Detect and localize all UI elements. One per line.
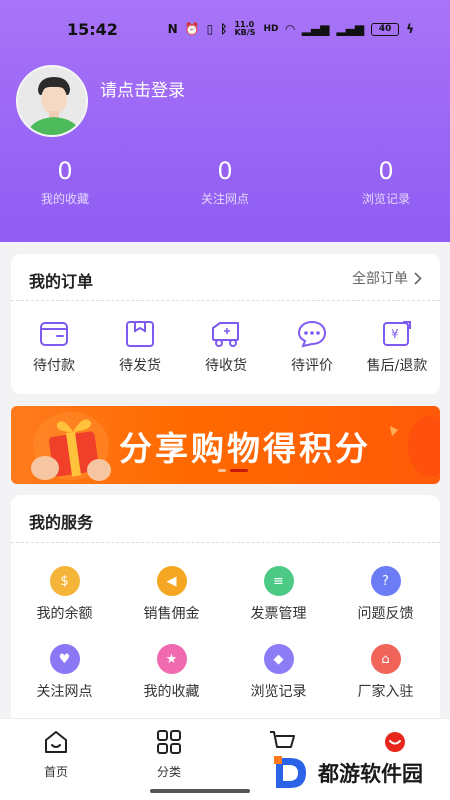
login-link[interactable]: 请点击登录 (100, 76, 185, 101)
question-icon: ? (370, 566, 401, 596)
wifi-icon: ◠ (285, 22, 295, 36)
stat-label: 浏览记录 (361, 192, 410, 206)
order-label: 待付款 (33, 358, 75, 374)
person-icon (18, 67, 86, 135)
divider (11, 542, 440, 543)
pagination-dot (218, 469, 226, 472)
footprint-icon: ◆ (263, 644, 294, 674)
banner-text: 分享购物得积分 (119, 429, 371, 468)
status-icons: N ⏰ ▯ ᛒ 11.0 KB/S HD ◠ ▂▄▆ ▂▄▆ 40 ϟ (168, 21, 414, 37)
service-label: 销售佣金 (143, 606, 200, 622)
signal-icon-2: ▂▄▆ (336, 22, 365, 36)
service-label: 关注网点 (36, 684, 93, 700)
order-label: 待评价 (291, 358, 333, 374)
tab-label: 首页 (43, 765, 68, 779)
home-indicator (150, 789, 250, 793)
invoice-icon: ≡ (263, 566, 294, 596)
grid-icon (157, 730, 181, 754)
service-commission[interactable]: ◀ 销售佣金 (118, 566, 225, 623)
status-bar: 15:42 N ⏰ ▯ ᛒ 11.0 KB/S HD ◠ ▂▄▆ ▂▄▆ 40 … (0, 0, 450, 50)
network-speed: 11.0 KB/S (234, 20, 256, 37)
order-pending-payment[interactable]: 待付款 (11, 320, 97, 375)
service-invoice[interactable]: ≡ 发票管理 (225, 566, 332, 623)
hd-icon: HD (263, 24, 279, 34)
box-icon (126, 321, 154, 347)
stat-value: 0 (378, 157, 394, 185)
stat-label: 关注网点 (200, 192, 249, 206)
orders-title: 我的订单 (29, 272, 94, 291)
status-time: 15:42 (67, 20, 118, 39)
order-label: 待发货 (119, 358, 161, 374)
pagination-dot-active (230, 469, 248, 472)
service-label: 浏览记录 (250, 684, 307, 700)
megaphone-icon: ◀ (156, 566, 187, 596)
all-orders-label: 全部订单 (352, 271, 408, 287)
factory-icon: ⌂ (370, 644, 401, 674)
tab-home[interactable]: 首页 (11, 729, 101, 780)
stat-label: 我的收藏 (40, 192, 89, 206)
order-label: 售后/退款 (366, 358, 428, 374)
tab-categories[interactable]: 分类 (124, 729, 214, 780)
watermark-text: 都游软件园 (318, 762, 423, 786)
stats-row: 0 我的收藏 0 关注网点 0 浏览记录 (0, 156, 450, 216)
service-feedback[interactable]: ? 问题反馈 (332, 566, 439, 623)
gift-box-icon (31, 412, 111, 481)
profile-header: 15:42 N ⏰ ▯ ᛒ 11.0 KB/S HD ◠ ▂▄▆ ▂▄▆ 40 … (0, 0, 450, 242)
divider (11, 300, 440, 301)
charging-icon: ϟ (406, 22, 414, 36)
vibrate-icon: ▯ (206, 22, 214, 36)
order-pending-shipment[interactable]: 待发货 (97, 320, 183, 375)
wallet-icon (40, 322, 68, 346)
service-label: 我的余额 (36, 606, 93, 622)
heart-icon: ♥ (49, 644, 80, 674)
promo-banner[interactable]: 分享购物得积分 (11, 406, 440, 484)
service-browse-history[interactable]: ◆ 浏览记录 (225, 644, 332, 701)
stat-followed-outlets[interactable]: 0 关注网点 (165, 156, 285, 207)
money-bag-icon: $ (49, 566, 80, 596)
service-label: 我的收藏 (143, 684, 200, 700)
service-label: 问题反馈 (357, 606, 414, 622)
order-pending-review[interactable]: 待评价 (269, 320, 355, 375)
alarm-icon: ⏰ (184, 22, 200, 36)
stat-browse-history[interactable]: 0 浏览记录 (326, 156, 446, 207)
service-label: 发票管理 (250, 606, 307, 622)
service-label: 厂家入驻 (357, 684, 414, 700)
stat-value: 0 (217, 157, 233, 185)
truck-icon (212, 322, 239, 347)
stat-favorites[interactable]: 0 我的收藏 (5, 156, 125, 207)
chevron-right-icon (414, 271, 422, 285)
avatar[interactable] (16, 65, 88, 137)
refund-icon: ¥ (383, 321, 411, 346)
signal-icon: ▂▄▆ (301, 22, 330, 36)
service-favorites[interactable]: ★ 我的收藏 (118, 644, 225, 701)
service-manufacturer-join[interactable]: ⌂ 厂家入驻 (332, 644, 439, 701)
service-followed-outlets[interactable]: ♥ 关注网点 (11, 644, 118, 701)
banner-pagination (218, 469, 248, 472)
nfc-icon: N (167, 22, 178, 36)
stat-value: 0 (57, 157, 73, 185)
bluetooth-icon: ᛒ (220, 22, 228, 36)
order-label: 待收货 (205, 358, 247, 374)
battery-icon: 40 (371, 22, 400, 36)
all-orders-link[interactable]: 全部订单 (352, 268, 422, 288)
services-title: 我的服务 (29, 513, 94, 532)
order-pending-receipt[interactable]: 待收货 (183, 320, 269, 375)
decoration-icon (390, 416, 440, 476)
tab-label: 分类 (156, 765, 181, 779)
watermark: 都游软件园 (270, 752, 423, 794)
star-icon: ★ (156, 644, 187, 674)
service-balance[interactable]: $ 我的余额 (11, 566, 118, 623)
watermark-logo (274, 756, 306, 788)
order-after-sales[interactable]: ¥ 售后/退款 (354, 320, 440, 375)
svg-text:¥: ¥ (391, 327, 399, 341)
comment-icon (297, 320, 327, 348)
home-icon (45, 731, 67, 753)
